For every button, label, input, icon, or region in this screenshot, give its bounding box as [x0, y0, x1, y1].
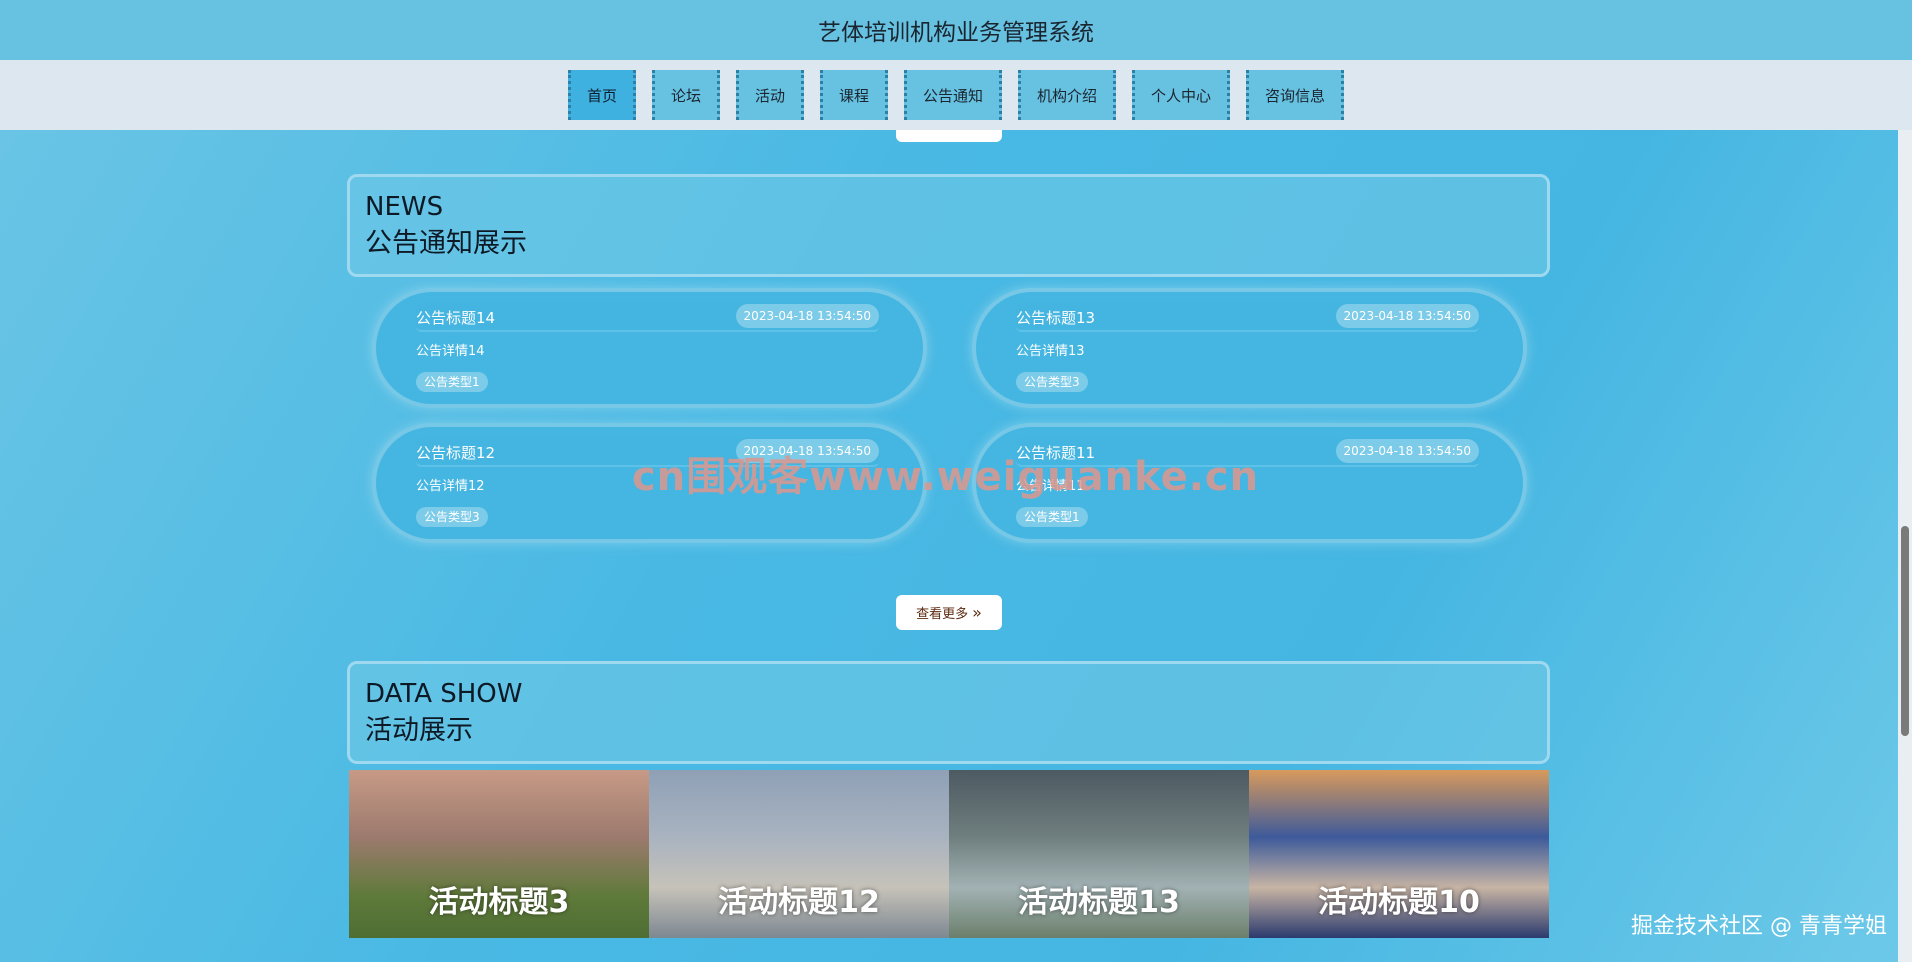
notice-type-badge: 公告类型3 [416, 507, 488, 527]
nav-item-notice[interactable]: 公告通知 [904, 70, 1003, 120]
activity-section-header: DATA SHOW 活动展示 [347, 661, 1550, 764]
notice-title-bar: 公告标题11 2023-04-18 13:54:50 [1016, 437, 1479, 467]
activity-card[interactable]: 活动标题12 [649, 770, 949, 938]
nav-item-course[interactable]: 课程 [819, 70, 888, 120]
nav-item-consultation[interactable]: 咨询信息 [1246, 70, 1345, 120]
notice-title-bar: 公告标题13 2023-04-18 13:54:50 [1016, 302, 1479, 332]
notice-date: 2023-04-18 13:54:50 [1335, 304, 1479, 328]
top-header: 艺体培训机构业务管理系统 [0, 0, 1912, 60]
notice-title[interactable]: 公告标题13 [1016, 307, 1095, 328]
activity-card[interactable]: 活动标题10 [1249, 770, 1549, 938]
notice-type-badge: 公告类型3 [1016, 372, 1088, 392]
notice-title[interactable]: 公告标题12 [416, 442, 495, 463]
notice-title[interactable]: 公告标题14 [416, 307, 495, 328]
activity-title: 活动标题13 [1018, 885, 1180, 920]
vertical-scrollbar[interactable] [1898, 126, 1912, 962]
activity-heading-cn: 活动展示 [365, 714, 473, 746]
nav-item-forum[interactable]: 论坛 [651, 70, 720, 120]
news-heading-cn: 公告通知展示 [365, 227, 527, 259]
notice-type-badge: 公告类型1 [416, 372, 488, 392]
more-button-label: 查看更多 [916, 607, 969, 622]
activity-title: 活动标题10 [1318, 885, 1480, 920]
news-section-header: NEWS 公告通知展示 [347, 174, 1550, 277]
double-chevron-right-icon: » [972, 603, 982, 622]
notice-date: 2023-04-18 13:54:50 [735, 304, 879, 328]
notice-title[interactable]: 公告标题11 [1016, 442, 1095, 463]
activity-title: 活动标题12 [718, 885, 880, 920]
more-notices-button[interactable]: 查看更多 » [896, 595, 1002, 630]
notice-card[interactable]: 公告标题14 2023-04-18 13:54:50 公告详情14 公告类型1 [372, 288, 927, 408]
nav-item-institution[interactable]: 机构介绍 [1018, 70, 1117, 120]
notice-type-badge: 公告类型1 [1016, 507, 1088, 527]
notice-detail: 公告详情13 [1016, 344, 1085, 359]
notice-date: 2023-04-18 13:54:50 [735, 439, 879, 463]
news-heading-en: NEWS [365, 192, 444, 222]
community-watermark: 掘金技术社区 @ 青青学姐 [1631, 914, 1887, 939]
nav-item-home[interactable]: 首页 [567, 70, 636, 120]
nav-item-personal-center[interactable]: 个人中心 [1132, 70, 1231, 120]
scrollbar-thumb[interactable] [1901, 526, 1909, 736]
notice-detail: 公告详情14 [416, 344, 485, 359]
notice-detail: 公告详情12 [416, 479, 485, 494]
activity-heading-en: DATA SHOW [365, 679, 523, 709]
notice-date: 2023-04-18 13:54:50 [1335, 439, 1479, 463]
nav-item-activity[interactable]: 活动 [735, 70, 804, 120]
notice-card[interactable]: 公告标题13 2023-04-18 13:54:50 公告详情13 公告类型3 [972, 288, 1527, 408]
notice-title-bar: 公告标题14 2023-04-18 13:54:50 [416, 302, 879, 332]
app-title: 艺体培训机构业务管理系统 [818, 20, 1094, 46]
notice-card[interactable]: 公告标题12 2023-04-18 13:54:50 公告详情12 公告类型3 [372, 423, 927, 543]
activity-gallery: 活动标题3 活动标题12 活动标题13 活动标题10 [349, 770, 1549, 938]
notice-title-bar: 公告标题12 2023-04-18 13:54:50 [416, 437, 879, 467]
main-nav: 首页 论坛 活动 课程 公告通知 机构介绍 个人中心 咨询信息 [0, 60, 1912, 130]
notice-card[interactable]: 公告标题11 2023-04-18 13:54:50 公告详情11 公告类型1 [972, 423, 1527, 543]
activity-title: 活动标题3 [428, 885, 570, 920]
activity-card[interactable]: 活动标题13 [949, 770, 1249, 938]
notice-detail: 公告详情11 [1016, 479, 1085, 494]
activity-card[interactable]: 活动标题3 [349, 770, 649, 938]
